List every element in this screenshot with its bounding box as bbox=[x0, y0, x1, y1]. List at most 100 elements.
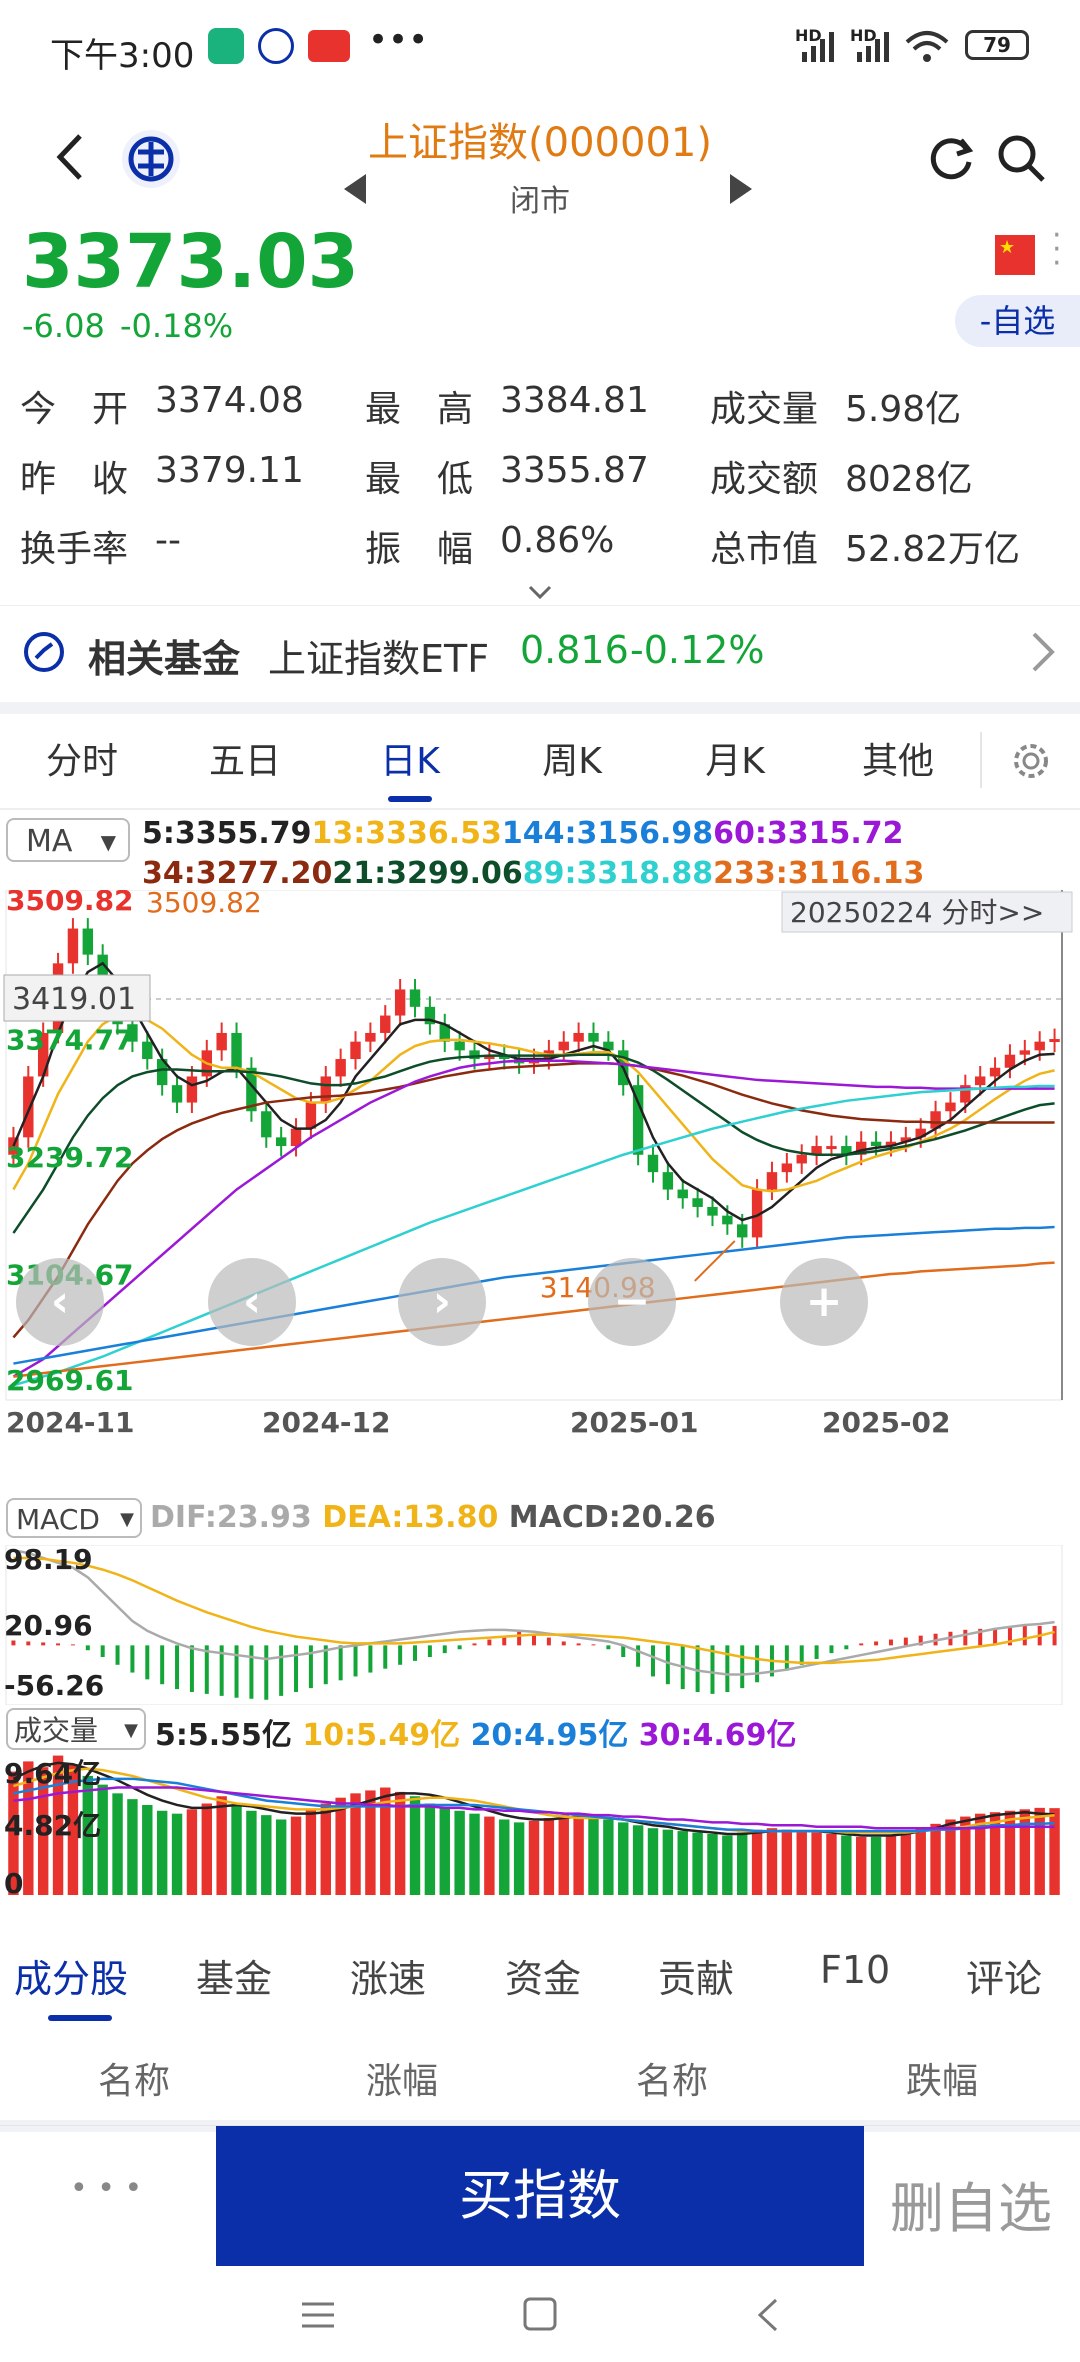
market-status: 闭市 bbox=[510, 184, 570, 219]
volume-bar bbox=[558, 1815, 569, 1895]
candle-body bbox=[826, 1146, 837, 1150]
tab-five-day[interactable]: 五日 bbox=[175, 732, 315, 784]
volume-bar bbox=[112, 1793, 123, 1895]
volume-bar bbox=[588, 1816, 599, 1895]
volume-chart[interactable]: 9.64亿 4.82亿 0 bbox=[0, 1755, 1080, 1905]
tab-speed[interactable]: 涨速 bbox=[350, 1948, 426, 2003]
tab-f10[interactable]: F10 bbox=[820, 1948, 890, 1992]
buy-index-button[interactable]: 买指数 bbox=[216, 2126, 864, 2266]
volume-selector[interactable]: 成交量 ▼ bbox=[6, 1708, 146, 1750]
volume-bar bbox=[692, 1832, 703, 1895]
volume-bar bbox=[171, 1813, 183, 1895]
dropdown-arrow-icon: ▼ bbox=[120, 1509, 134, 1530]
macd-y-label: 20.96 bbox=[4, 1609, 93, 1642]
more-actions-button[interactable]: • • • bbox=[70, 2171, 142, 2206]
price-change-pct: -0.18% bbox=[120, 307, 234, 345]
battery-level: 79 bbox=[983, 33, 1011, 57]
watchlist-button[interactable]: -自选 bbox=[955, 295, 1080, 347]
volume-bar bbox=[186, 1809, 198, 1895]
volume-bar bbox=[781, 1829, 793, 1895]
candle-body bbox=[365, 1032, 376, 1042]
ma-line-ma89 bbox=[13, 1084, 1055, 1387]
zoom-back-icon-glyph: ‹ bbox=[51, 1276, 69, 1327]
macd-dea: DEA:13.80 bbox=[322, 1500, 499, 1535]
candle-body bbox=[290, 1128, 302, 1147]
tab-comments[interactable]: 评论 bbox=[966, 1948, 1042, 2003]
tab-funds[interactable]: 基金 bbox=[196, 1948, 272, 2003]
prev-close-label: 昨 收 bbox=[20, 459, 129, 500]
candle-body bbox=[989, 1067, 1001, 1077]
kchart-frame bbox=[5, 890, 1063, 1401]
search-icon[interactable] bbox=[995, 132, 1047, 184]
prev-stock-icon[interactable] bbox=[340, 172, 370, 206]
tab-other[interactable]: 其他 bbox=[828, 732, 968, 784]
tab-intraday[interactable]: 分时 bbox=[12, 732, 152, 784]
wifi-icon bbox=[905, 31, 949, 62]
ma21-value: 21:3299.06 bbox=[332, 856, 523, 891]
candle-body bbox=[766, 1172, 778, 1190]
volume-bar bbox=[409, 1796, 421, 1895]
y-axis-label: 3239.72 bbox=[6, 1141, 134, 1174]
macd-selector-label: MACD bbox=[16, 1503, 100, 1536]
next-stock-icon[interactable] bbox=[726, 172, 756, 206]
candle-body bbox=[261, 1111, 272, 1138]
candle-body bbox=[1004, 1054, 1016, 1068]
tab-daily-k[interactable]: 日K bbox=[340, 732, 480, 784]
col-name-up[interactable]: 名称 bbox=[98, 2052, 170, 2104]
volume-bar bbox=[856, 1836, 867, 1895]
col-name-down[interactable]: 名称 bbox=[636, 2052, 708, 2104]
more-menu-icon[interactable]: · · · bbox=[1052, 221, 1062, 279]
volume-bar bbox=[231, 1804, 242, 1895]
macd-frame bbox=[5, 1545, 1063, 1705]
volume-bar bbox=[737, 1832, 748, 1895]
candle-body bbox=[335, 1059, 346, 1077]
volume-bar bbox=[930, 1823, 941, 1895]
refresh-icon[interactable] bbox=[925, 132, 977, 184]
ma-line-ma233 bbox=[13, 1261, 1055, 1378]
tab-monthly-k[interactable]: 月K bbox=[665, 732, 805, 784]
volume-bar bbox=[335, 1797, 346, 1895]
volume-bar bbox=[142, 1804, 153, 1895]
volume-bar bbox=[632, 1825, 644, 1895]
price-cursor-label: 3419.01 bbox=[12, 982, 136, 1017]
volume-bar bbox=[275, 1819, 287, 1895]
macd-chart[interactable]: 98.19 20.96 -56.26 bbox=[0, 1545, 1080, 1705]
volume-bar bbox=[216, 1796, 227, 1895]
home-icon[interactable] bbox=[522, 2296, 558, 2332]
tab-components[interactable]: 成分股 bbox=[14, 1948, 128, 2003]
ma-selector[interactable]: MA ▼ bbox=[6, 818, 130, 862]
tab-contribution[interactable]: 贡献 bbox=[658, 1948, 734, 2003]
bottom-tabs: 成分股 基金 涨速 资金 贡献 F10 评论 bbox=[0, 1920, 1080, 2030]
volume-bar bbox=[677, 1831, 688, 1895]
tab-capital[interactable]: 资金 bbox=[505, 1948, 581, 2003]
back-icon[interactable] bbox=[752, 2296, 782, 2334]
macd-selector[interactable]: MACD ▼ bbox=[6, 1498, 142, 1538]
col-loss[interactable]: 跌幅 bbox=[906, 2052, 978, 2104]
candle-body bbox=[573, 1032, 584, 1042]
candle-body bbox=[231, 1032, 242, 1068]
settings-gear-icon[interactable] bbox=[1010, 740, 1052, 782]
component-table-header: 名称 涨幅 名称 跌幅 bbox=[0, 2030, 1080, 2132]
ma-legend-row2: 34:3277.2021:3299.0689:3318.88233:3116.1… bbox=[142, 856, 924, 891]
volume-bar bbox=[543, 1818, 555, 1895]
expand-chevron-icon[interactable] bbox=[528, 585, 552, 601]
low-price-pointer bbox=[694, 1240, 736, 1282]
candle-body bbox=[216, 1032, 227, 1051]
remove-watchlist-button[interactable]: 删自选 bbox=[890, 2164, 1052, 2243]
menu-icon[interactable] bbox=[300, 2300, 336, 2330]
candle-body bbox=[796, 1154, 807, 1164]
volume-bar bbox=[320, 1803, 331, 1895]
open-value: 3374.08 bbox=[155, 380, 304, 421]
candle-body bbox=[142, 1041, 153, 1060]
back-arrow-icon[interactable] bbox=[50, 132, 90, 182]
candlestick-chart[interactable]: 3509.823374.773239.723104.672969.613419.… bbox=[0, 890, 1080, 1450]
candle-body bbox=[737, 1224, 748, 1238]
x-axis-label: 2025-01 bbox=[570, 1406, 699, 1439]
related-fund-bar[interactable]: 相关基金 上证指数ETF 0.816 -0.12% bbox=[0, 605, 1080, 714]
candle-body bbox=[23, 1076, 34, 1138]
tab-weekly-k[interactable]: 周K bbox=[502, 732, 642, 784]
candle-body bbox=[1034, 1041, 1045, 1051]
candle-body bbox=[186, 1076, 198, 1103]
low-label: 最 低 bbox=[365, 459, 474, 500]
col-gain[interactable]: 涨幅 bbox=[366, 2052, 438, 2104]
